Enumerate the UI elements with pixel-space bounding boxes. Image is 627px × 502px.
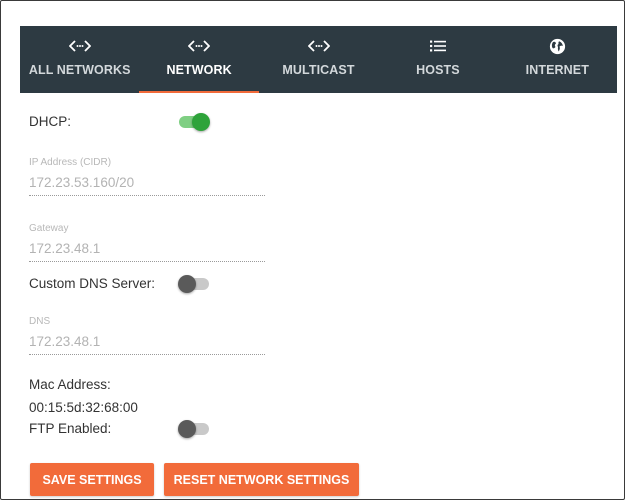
ip-address-field: IP Address (CIDR) [29,157,265,196]
code-brackets-icon [188,37,211,55]
ftp-toggle[interactable] [178,419,210,439]
custom-dns-toggle[interactable] [178,274,210,294]
dns-input[interactable] [29,330,265,355]
reset-network-settings-button[interactable]: RESET NETWORK SETTINGS [164,463,359,496]
tab-multicast[interactable]: MULTICAST [259,26,378,93]
dns-label: DNS [29,316,51,327]
gateway-field: Gateway [29,223,265,262]
tab-internet[interactable]: INTERNET [498,26,617,93]
mac-address-label: Mac Address: [29,377,111,392]
tab-label: MULTICAST [282,63,355,77]
dns-field: DNS [29,316,265,355]
tab-all-networks[interactable]: ALL NETWORKS [20,26,139,93]
dhcp-label: DHCP: [29,114,72,129]
tab-label: NETWORK [166,63,232,77]
network-settings-panel: ALL NETWORKS NETWORK MULTICAST HOSTS INT… [0,0,625,500]
ip-address-label: IP Address (CIDR) [29,157,112,168]
gateway-label: Gateway [29,223,69,234]
tab-label: ALL NETWORKS [28,63,131,77]
custom-dns-label: Custom DNS Server: [29,276,156,291]
tab-label: HOSTS [416,63,460,77]
list-icon [429,37,446,55]
toggle-thumb [178,420,196,438]
mac-address-value: 00:15:5d:32:68:00 [29,400,138,415]
toggle-thumb [178,275,196,293]
tab-label: INTERNET [525,63,589,77]
toggle-thumb [192,113,210,131]
gateway-input[interactable] [29,237,265,262]
tab-bar: ALL NETWORKS NETWORK MULTICAST HOSTS INT… [20,26,617,93]
tab-network[interactable]: NETWORK [139,26,260,93]
tab-hosts[interactable]: HOSTS [378,26,497,93]
code-brackets-icon [307,37,330,55]
ftp-enabled-label: FTP Enabled: [29,421,112,436]
globe-icon [549,37,566,55]
ip-address-input[interactable] [29,171,265,196]
code-brackets-icon [68,37,91,55]
dhcp-toggle[interactable] [178,112,210,132]
save-settings-button[interactable]: SAVE SETTINGS [30,463,154,496]
